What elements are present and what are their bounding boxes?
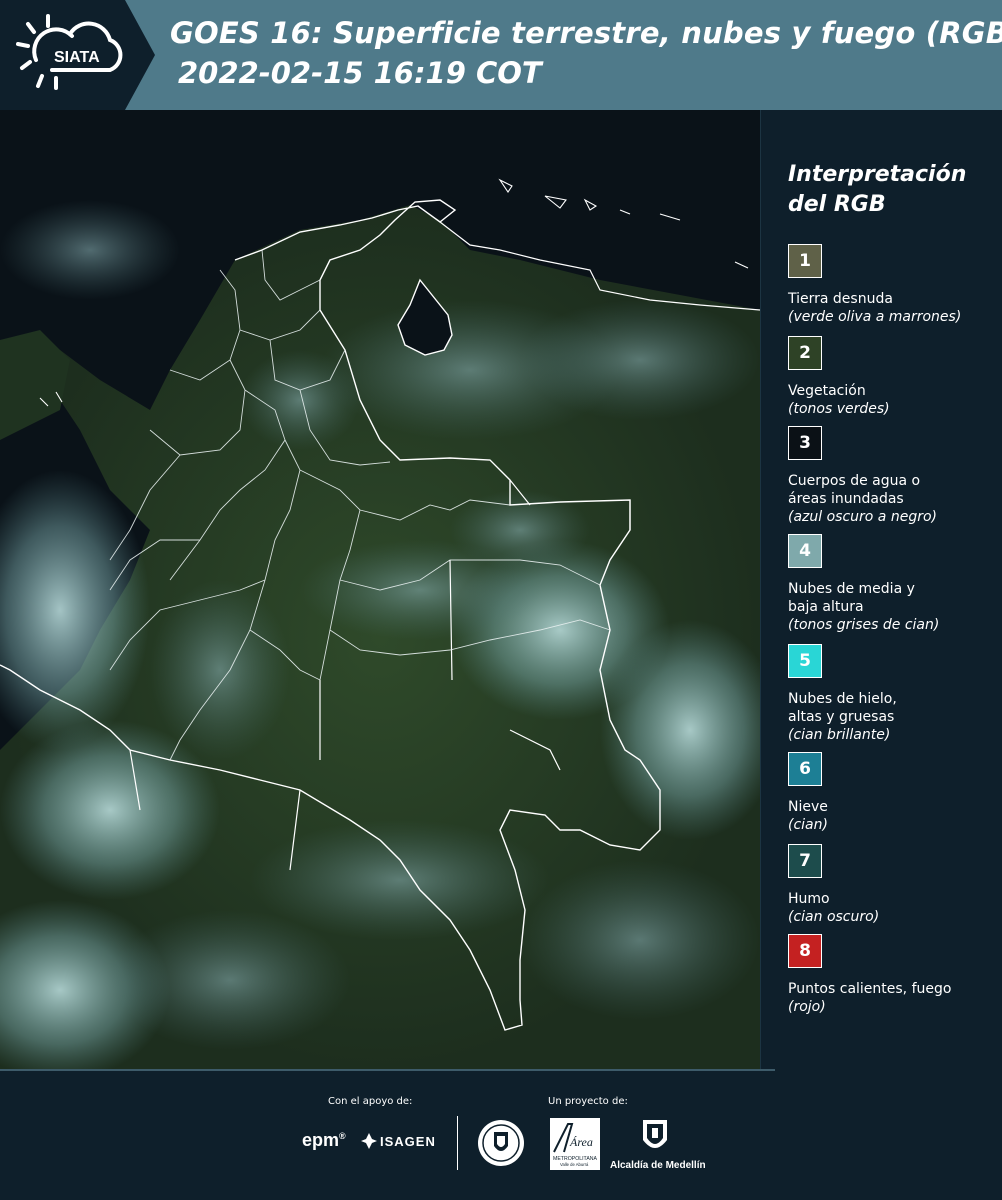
legend-swatch: 5 [788,644,822,678]
legend-number: 3 [799,433,811,453]
legend-sublabel: (rojo) [788,999,826,1015]
legend-sublabel: (cian brillante) [788,727,891,743]
project-label: Un proyecto de: [548,1096,628,1107]
legend-title-line1: Interpretación [788,162,967,187]
legend-number: 7 [799,851,811,871]
legend-item-ice-clouds: 5 Nubes de hielo, altas y gruesas (cian … [788,644,993,744]
legend-label: Cuerpos de agua o áreas inundadas [788,472,993,508]
legend-swatch: 4 [788,534,822,568]
legend-label-line: Cuerpos de agua o [788,473,921,489]
satellite-map-svg [0,110,760,1070]
legend-item-bare-soil: 1 Tierra desnuda (verde oliva a marrones… [788,244,993,326]
area-text: Área [569,1135,593,1149]
page-timestamp: 2022-02-15 16:19 COT [178,56,542,90]
legend-number: 2 [799,343,811,363]
footer-divider [457,1116,458,1170]
legend-number: 8 [799,941,811,961]
legend-label-line: baja altura [788,599,864,615]
legend-sublabel: (cian) [788,817,828,833]
legend-item-mid-low-clouds: 4 Nubes de media y baja altura (tonos gr… [788,534,993,634]
page-title: GOES 16: Superficie terrestre, nubes y f… [170,16,1002,50]
legend-label-line: altas y gruesas [788,709,895,725]
isagen-icon [361,1133,377,1149]
legend-item-water: 3 Cuerpos de agua o áreas inundadas (azu… [788,426,993,526]
logo-text: SIATA [54,49,100,66]
municipal-seal-icon [478,1120,524,1166]
isagen-logo: ISAGEN [380,1134,436,1149]
legend-sublabel: (azul oscuro a negro) [788,509,937,525]
legend-number: 1 [799,251,811,271]
siata-logo-icon: SIATA [16,14,123,90]
map-side-border [760,110,761,1070]
legend-sublabel: (tonos grises de cian) [788,617,940,633]
legend-sublabel: (verde oliva a marrones) [788,309,962,325]
legend-item-smoke: 7 Humo (cian oscuro) [788,844,993,926]
footer: Con el apoyo de: Un proyecto de: epm® IS… [0,1072,1002,1200]
legend-swatch: 6 [788,752,822,786]
legend-item-hotspots: 8 Puntos calientes, fuego (rojo) [788,934,993,1016]
legend-label-line: Nubes de hielo, [788,691,897,707]
legend-swatch: 8 [788,934,822,968]
legend-label-line: áreas inundadas [788,491,904,507]
legend-item-vegetation: 2 Vegetación (tonos verdes) [788,336,993,418]
legend-title-line2: del RGB [788,192,886,217]
legend-label: Nubes de media y baja altura [788,580,993,616]
epm-mark: ® [339,1131,346,1141]
legend-swatch: 2 [788,336,822,370]
alcaldia-shield-icon [643,1120,667,1148]
legend-swatch: 3 [788,426,822,460]
legend-number: 6 [799,759,811,779]
legend-number: 4 [799,541,811,561]
logo-block: SIATA [0,0,155,110]
legend-item-snow: 6 Nieve (cian) [788,752,993,834]
legend-sublabel: (tonos verdes) [788,401,890,417]
area-metropolitana-logo: Área METROPOLITANA Valle de Aburrá [550,1118,600,1170]
legend-label: Nieve [788,799,828,815]
epm-logo: epm® [302,1130,346,1151]
legend-sublabel: (cian oscuro) [788,909,880,925]
area-subtext2: Valle de Aburrá [560,1162,589,1167]
legend-swatch: 1 [788,244,822,278]
legend-label: Nubes de hielo, altas y gruesas [788,690,993,726]
satellite-map[interactable] [0,110,760,1070]
legend-label: Humo [788,891,830,907]
support-label: Con el apoyo de: [328,1096,413,1107]
legend-label: Puntos calientes, fuego [788,981,952,997]
legend-title: Interpretación del RGB [788,160,993,220]
map-bottom-border [0,1069,775,1071]
rgb-legend: Interpretación del RGB 1 Tierra desnuda … [788,160,993,1015]
legend-swatch: 7 [788,844,822,878]
legend-number: 5 [799,651,811,671]
alcaldia-label: Alcaldía de Medellín [610,1160,706,1171]
legend-label: Vegetación [788,383,866,399]
epm-text: epm [302,1130,340,1150]
legend-label: Tierra desnuda [788,291,893,307]
header: SIATA GOES 16: Superficie terrestre, nub… [0,0,1002,110]
legend-label-line: Nubes de media y [788,581,915,597]
